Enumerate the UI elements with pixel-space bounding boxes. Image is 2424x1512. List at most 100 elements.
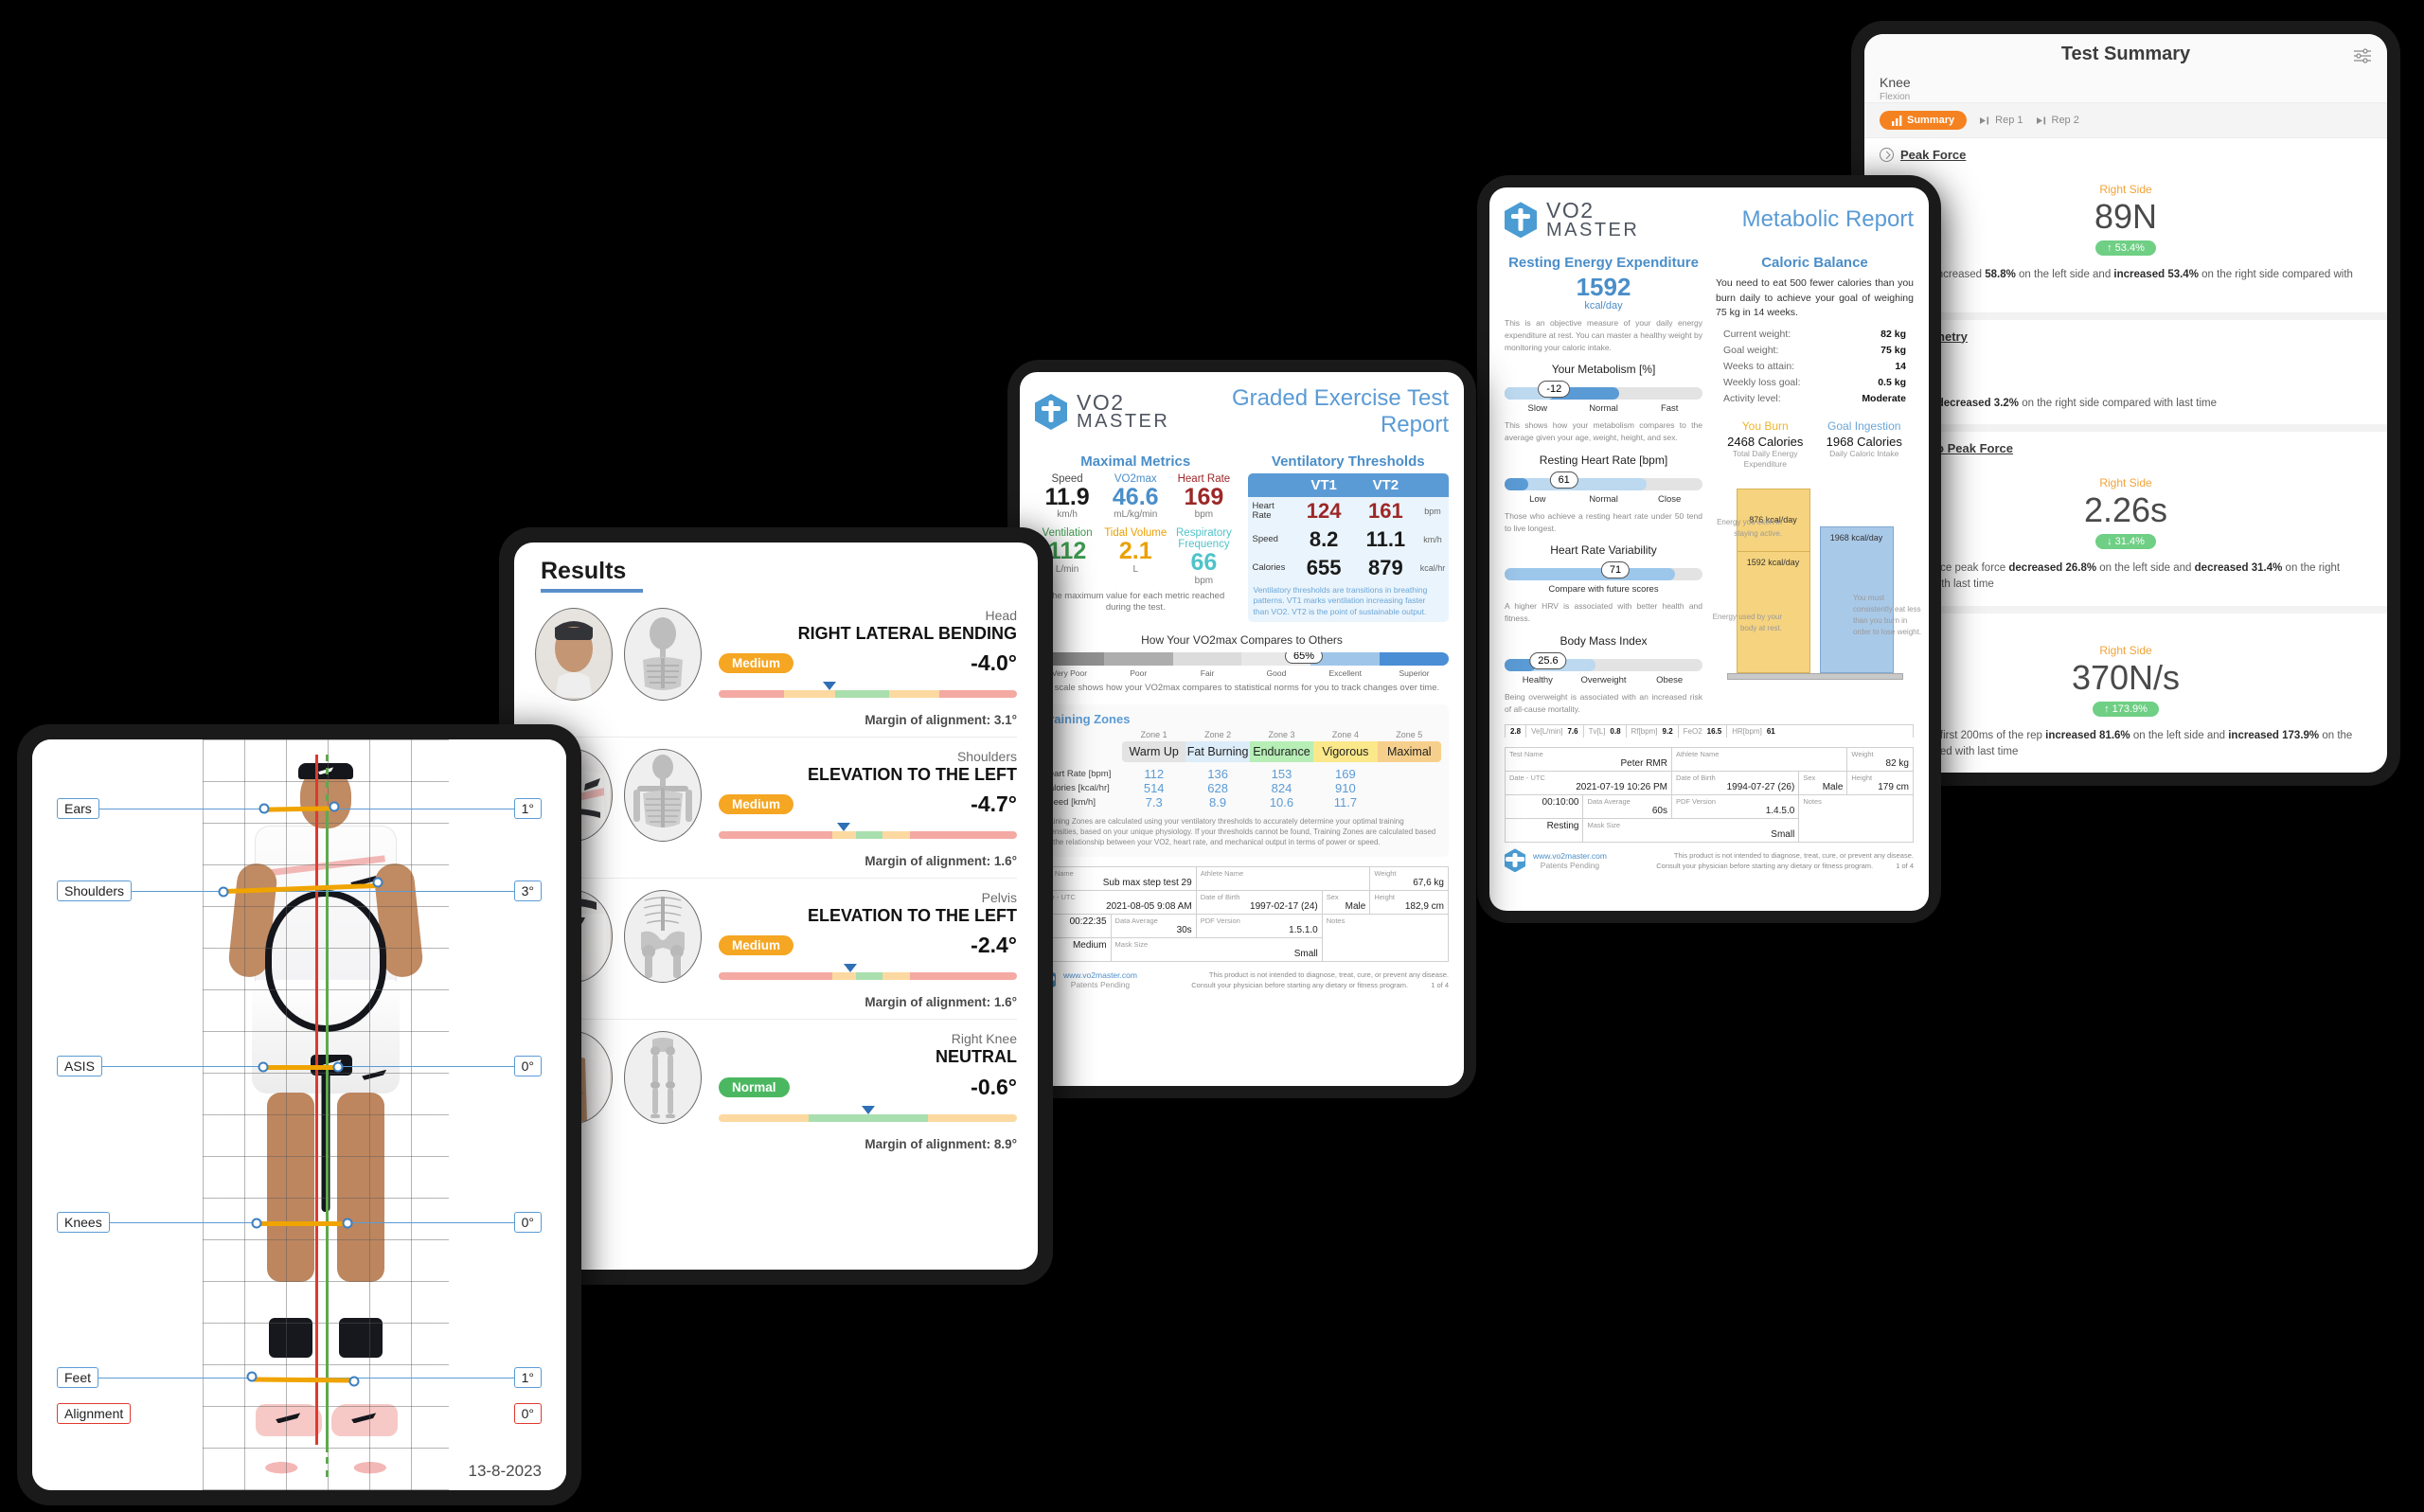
strip-cell: 2.8 [1506,725,1527,738]
value-asis[interactable]: 0° [513,1055,542,1076]
label-knees[interactable]: Knees [57,1211,110,1233]
result-row-pelvis[interactable]: Pelvis ELEVATION TO THE LEFT Medium -2.4… [535,879,1017,1021]
severity-row: Medium -4.7° [719,792,1017,817]
gauge-label: Healthy [1522,674,1553,685]
point-knee-right[interactable] [342,1218,353,1229]
cell-date: Date - UTC 2021-07-19 10:26 PM [1505,771,1672,796]
ventilatory-thresholds-panel: Ventilatory Thresholds VT1 VT2 Heart Rat… [1247,444,1449,623]
skeleton-pelvis-diagram [641,897,685,979]
ree-heading: Resting Energy Expenditure [1508,254,1699,271]
kv-value: 14 [1895,361,1906,373]
point-shoulder-right[interactable] [372,877,383,888]
footer-disclaimer: This product is not intended to diagnose… [1614,850,1914,872]
label-shoulders[interactable]: Shoulders [57,881,133,902]
point-ear-right[interactable] [329,801,340,812]
gauge-title-hrv: Heart Rate Variability [1550,543,1657,558]
gauge-note-metabolism: This shows how your metabolism compares … [1505,420,1702,443]
point-shoulder-left[interactable] [218,886,229,898]
card-heading: Asymmetry [1880,329,2372,344]
tab-summary[interactable]: Summary [1880,111,1968,130]
strip-label: Ve[L/min] [1531,727,1563,737]
vt-col-1: VT1 [1310,477,1337,493]
metric-heart-rate: Heart Rate 169 bpm [1177,473,1231,521]
strip-value: 0.8 [1610,727,1621,737]
margin-text: Margin of alignment: 1.6° [864,854,1017,869]
gauge-fill-soft [1505,568,1675,581]
alignment-scale [719,682,1017,705]
point-foot-left[interactable] [246,1371,258,1382]
vt-heading: Ventilatory Thresholds [1271,454,1425,470]
training-zones-card: Training Zones Zone 1 Zone 2 Zone 3 Zone… [1035,703,1449,858]
desc-b1: increased 81.6% [2045,729,2130,741]
vo2max-comparison-bar: 65% [1035,652,1449,667]
metric-change-badge: ↓ 31.4% [2095,534,2156,550]
athlete-head-photo [538,611,610,698]
kv-value: Moderate [1862,393,1906,405]
point-knee-left[interactable] [251,1218,262,1229]
result-row-right-knee[interactable]: Right Knee NEUTRAL Normal -0.6° Margin o… [535,1020,1017,1160]
cell-pdf-version: PDF Version 1.4.5.0 [1670,794,1800,820]
point-asis-left[interactable] [258,1061,269,1073]
gauge-metabolism: -12 [1505,381,1702,400]
zone-number: Zone 3 [1268,729,1295,739]
result-row-head[interactable]: Head RIGHT LATERAL BENDING Medium -4.0° [535,596,1017,738]
point-asis-right[interactable] [332,1061,344,1073]
report-title: Graded Exercise Test Report [1232,385,1449,437]
body-part: Shoulders [956,749,1017,765]
value-ears[interactable]: 1° [513,797,542,819]
table-row: Speed [km/h] 7.3 8.9 10.6 11.7 [1043,794,1358,809]
zones-heading: Training Zones [1043,711,1131,726]
metric-side: Right Side [2099,643,2152,657]
metabolic-header: VO2 MASTER Metabolic Report [1505,200,1914,240]
table-row: Speed 8.2 11.1 km/h [1252,527,1442,551]
value-shoulders[interactable]: 3° [513,881,542,902]
gauge-resting-heart-rate: 61 [1505,471,1702,490]
gauge-label: Compare with future scores [1548,584,1659,596]
result-row-shoulders[interactable]: Shoulders ELEVATION TO THE LEFT Medium -… [535,738,1017,880]
cell-device-size: Resting [1504,818,1584,844]
result-meta-head: Head RIGHT LATERAL BENDING Medium -4.0° [713,608,1017,727]
cell-dob: Date of Birth 1997-02-17 (24) [1195,890,1323,916]
margin-text: Margin of alignment: 8.9° [864,1136,1017,1151]
desc-mid: on the right side compared with last tim… [2019,397,2218,409]
scale-needle [822,682,836,691]
cell-height: Height 179 cm [1846,771,1914,796]
metabolic-report-screen: VO2 MASTER Metabolic Report Resting Ener… [1489,187,1929,911]
card-time-to-peak-force: Time to Peak Force Right Side 2.26s ↓ 31… [1864,432,2387,614]
label-asis[interactable]: ASIS [57,1055,102,1076]
page-number: 1 of 4 [1896,861,1914,870]
settings-sliders-icon[interactable] [2353,47,2372,64]
gauge-fill [1505,477,1529,490]
chart-icon [1892,115,1902,126]
metric-description: Time to reduce peak force decreased 26.8… [1880,560,2372,592]
kv-row: Goal weight: 75 kg [1723,345,1906,356]
cell-data-average: Data Average 30s [1110,914,1197,939]
tab-rep-2[interactable]: Rep 2 [2036,115,2079,126]
report-title: Metabolic Report [1741,206,1914,233]
value-knees[interactable]: 0° [513,1211,542,1233]
zone-name: Fat Burning [1185,740,1250,762]
website-link[interactable]: www.vo2master.com [1063,970,1137,980]
label-alignment[interactable]: Alignment [57,1403,132,1425]
label-feet[interactable]: Feet [57,1367,99,1389]
rep-arrow-icon [2036,116,2045,124]
table-row: Heart Rate 124 161 bpm [1252,499,1441,523]
tablet-posture-analysis: Ears 1° Shoulders 3° ASIS 0° Knees 0° Fe… [17,724,581,1505]
website-link[interactable]: www.vo2master.com [1533,851,1607,861]
strip-value: 16.5 [1706,727,1722,737]
tab-rep-1[interactable]: Rep 1 [1980,115,2023,126]
body-part: Head [985,608,1017,623]
value-feet[interactable]: 1° [513,1367,542,1389]
angle-value: -4.7° [971,792,1017,817]
scale-bar [719,690,1017,699]
point-foot-right[interactable] [348,1376,360,1387]
gauge-title-metabolism: Your Metabolism [%] [1551,363,1656,377]
skeleton-shoulders-diagram [633,755,692,828]
angle-value: -2.4° [971,933,1017,958]
patents-text: Patents Pending [1540,860,1600,870]
point-ear-left[interactable] [258,803,270,814]
label-ears[interactable]: Ears [57,797,99,819]
scale-bar [719,972,1017,981]
desc-b1: 58.8% [1985,269,2016,281]
value-alignment[interactable]: 0° [513,1403,542,1425]
